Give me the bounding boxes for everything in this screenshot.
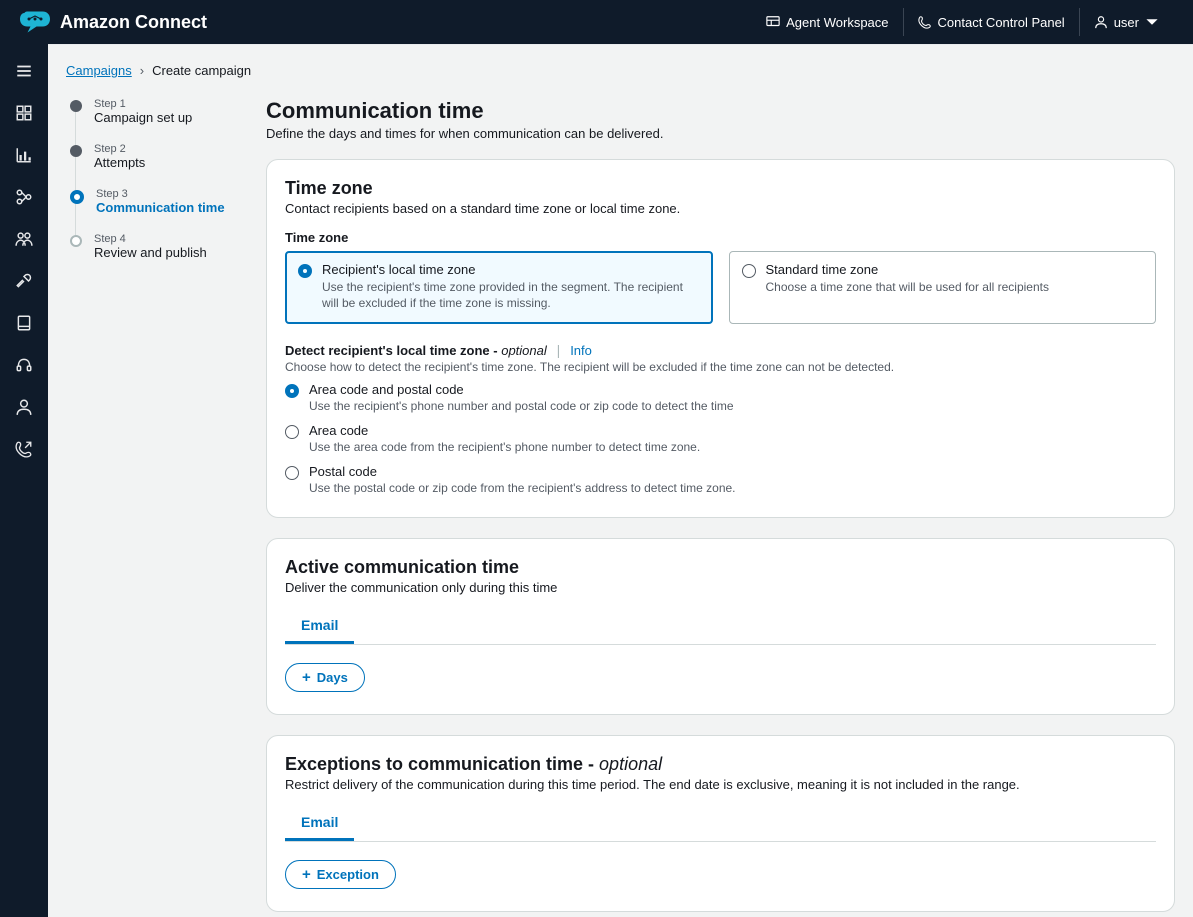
ccp-link[interactable]: Contact Control Panel [904, 8, 1080, 36]
topbar-links: Agent Workspace Contact Control Panel us… [752, 8, 1173, 36]
detect-option-postal-desc: Use the postal code or zip code from the… [309, 481, 736, 495]
detect-tz-header: Detect recipient's local time zone - opt… [285, 342, 1156, 358]
tile-recipient-local-tz-title: Recipient's local time zone [322, 262, 700, 277]
step-1[interactable]: Step 1 Campaign set up [70, 98, 236, 143]
detect-option-area-postal-desc: Use the recipient's phone number and pos… [309, 399, 734, 413]
step-1-label: Step 1 [94, 98, 192, 110]
detect-option-area-postal[interactable]: Area code and postal code Use the recipi… [285, 382, 1156, 413]
exceptions-panel: Exceptions to communication time - optio… [266, 735, 1175, 912]
person-icon[interactable] [15, 398, 33, 416]
users-icon[interactable] [15, 230, 33, 248]
analytics-icon[interactable] [15, 146, 33, 164]
chevron-down-icon [1145, 15, 1159, 29]
detect-option-area-postal-title: Area code and postal code [309, 382, 734, 397]
detect-tz-helper: Choose how to detect the recipient's tim… [285, 360, 1156, 374]
step-2-label: Step 2 [94, 143, 145, 155]
tab-email[interactable]: Email [285, 609, 354, 644]
dashboard-icon[interactable] [15, 104, 33, 122]
step-4-label: Step 4 [94, 233, 207, 245]
workspace-icon [766, 15, 780, 29]
detect-tz-options: Area code and postal code Use the recipi… [285, 382, 1156, 495]
phone-icon [918, 15, 932, 29]
step-4[interactable]: Step 4 Review and publish [70, 233, 236, 278]
add-exception-label: Exception [317, 867, 379, 882]
radio-icon [742, 264, 756, 278]
active-time-tabs: Email [285, 609, 1156, 645]
page-subtitle: Define the days and times for when commu… [266, 126, 1175, 141]
plus-icon: + [302, 867, 311, 882]
step-2-title: Attempts [94, 155, 145, 170]
info-link[interactable]: Info [570, 343, 592, 358]
user-menu[interactable]: user [1080, 8, 1173, 36]
timezone-panel: Time zone Contact recipients based on a … [266, 159, 1175, 518]
radio-icon [285, 466, 299, 480]
add-days-button[interactable]: + Days [285, 663, 365, 692]
tab-email-exceptions[interactable]: Email [285, 806, 354, 841]
timezone-heading: Time zone [285, 178, 1156, 199]
detect-option-area-desc: Use the area code from the recipient's p… [309, 440, 700, 454]
timezone-desc: Contact recipients based on a standard t… [285, 201, 1156, 216]
radio-icon [285, 425, 299, 439]
detect-tz-label: Detect recipient's local time zone - opt… [285, 343, 547, 358]
exceptions-heading: Exceptions to communication time - optio… [285, 754, 1156, 775]
device-icon[interactable] [15, 314, 33, 332]
agent-workspace-link[interactable]: Agent Workspace [752, 8, 903, 36]
add-days-label: Days [317, 670, 348, 685]
radio-icon [298, 264, 312, 278]
exceptions-tabs: Email [285, 806, 1156, 842]
call-out-icon[interactable] [15, 440, 33, 458]
routing-icon[interactable] [15, 188, 33, 206]
agent-workspace-label: Agent Workspace [786, 15, 888, 30]
detect-option-area[interactable]: Area code Use the area code from the rec… [285, 423, 1156, 454]
breadcrumb-parent-link[interactable]: Campaigns [66, 63, 132, 78]
tile-recipient-local-tz-desc: Use the recipient's time zone provided i… [322, 279, 700, 311]
radio-icon [285, 384, 299, 398]
divider: | [557, 342, 561, 358]
top-header: Amazon Connect Agent Workspace Contact C… [0, 0, 1193, 44]
detect-option-postal[interactable]: Postal code Use the postal code or zip c… [285, 464, 1156, 495]
step-3-label: Step 3 [96, 188, 225, 200]
brand-name: Amazon Connect [60, 12, 207, 33]
user-label: user [1114, 15, 1139, 30]
step-3-title: Communication time [96, 200, 225, 215]
breadcrumb: Campaigns › Create campaign [66, 63, 1175, 78]
active-time-heading: Active communication time [285, 557, 1156, 578]
brand: Amazon Connect [20, 10, 207, 34]
left-nav-rail [0, 44, 48, 917]
breadcrumb-current: Create campaign [152, 63, 251, 78]
step-4-title: Review and publish [94, 245, 207, 260]
active-time-panel: Active communication time Deliver the co… [266, 538, 1175, 715]
ccp-label: Contact Control Panel [938, 15, 1065, 30]
hamburger-icon[interactable] [15, 62, 33, 80]
timezone-field-label: Time zone [285, 230, 1156, 245]
exceptions-desc: Restrict delivery of the communication d… [285, 777, 1156, 792]
headset-icon[interactable] [15, 356, 33, 374]
plus-icon: + [302, 670, 311, 685]
tile-standard-tz-title: Standard time zone [766, 262, 1049, 277]
detect-option-area-title: Area code [309, 423, 700, 438]
wrench-icon[interactable] [15, 272, 33, 290]
tile-standard-tz[interactable]: Standard time zone Choose a time zone th… [729, 251, 1157, 324]
tile-standard-tz-desc: Choose a time zone that will be used for… [766, 279, 1049, 295]
detect-option-postal-title: Postal code [309, 464, 736, 479]
wizard-stepper: Step 1 Campaign set up Step 2 Attempts S… [66, 98, 236, 917]
tile-recipient-local-tz[interactable]: Recipient's local time zone Use the reci… [285, 251, 713, 324]
step-3[interactable]: Step 3 Communication time [70, 188, 236, 233]
add-exception-button[interactable]: + Exception [285, 860, 396, 889]
step-2[interactable]: Step 2 Attempts [70, 143, 236, 188]
page-content: Campaigns › Create campaign Step 1 Campa… [48, 44, 1193, 917]
user-icon [1094, 15, 1108, 29]
wizard-main: Communication time Define the days and t… [266, 98, 1175, 917]
timezone-tiles: Recipient's local time zone Use the reci… [285, 251, 1156, 324]
chevron-right-icon: › [140, 63, 144, 78]
connect-logo-icon [20, 10, 50, 34]
step-1-title: Campaign set up [94, 110, 192, 125]
active-time-desc: Deliver the communication only during th… [285, 580, 1156, 595]
page-title: Communication time [266, 98, 1175, 124]
